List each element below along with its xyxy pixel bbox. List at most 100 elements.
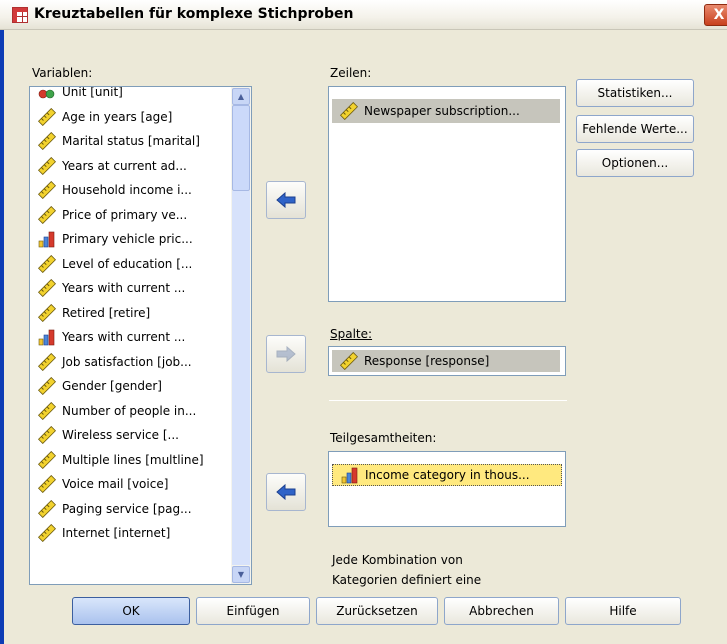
variable-item[interactable]: Voice mail [voice] (30, 472, 228, 497)
scroll-track[interactable] (232, 191, 250, 565)
variable-item[interactable]: Level of education [... (30, 252, 228, 277)
dialog-window: Kreuztabellen für komplexe Stichproben X… (0, 0, 727, 644)
variable-item-label: Years with current ... (62, 281, 186, 296)
arrow-right-icon (276, 346, 296, 362)
variable-item[interactable]: Unit [unit] (30, 86, 228, 105)
subpopulations-item-label: Income category in thous... (365, 468, 530, 482)
variable-item[interactable]: Years with current ... (30, 325, 228, 350)
variable-item-label: Multiple lines [multline] (62, 452, 204, 467)
rows-label: Zeilen: (330, 66, 372, 80)
window-title: Kreuztabellen für komplexe Stichproben (34, 6, 354, 22)
variable-item-label: Gender [gender] (62, 379, 162, 394)
variables-label: Variablen: (32, 66, 93, 80)
variable-item[interactable]: Price of primary ve... (30, 203, 228, 228)
scale-ruler-icon (340, 102, 358, 120)
separator (329, 400, 567, 401)
statistics-button[interactable]: Statistiken... (576, 79, 694, 107)
variable-item-label: Retired [retire] (62, 305, 151, 320)
variable-item[interactable]: Paging service [pag... (30, 497, 228, 522)
column-item[interactable]: Response [response] (332, 350, 560, 372)
variable-item[interactable]: Household income i... (30, 178, 228, 203)
subpopulations-listbox[interactable]: Income category in thous... (328, 451, 566, 527)
column-item-label: Response [response] (364, 354, 490, 368)
scale-ruler-icon (38, 254, 62, 273)
variable-item[interactable]: Internet [internet] (30, 521, 228, 546)
note-text: Jede Kombination von Kategorien definier… (332, 550, 562, 590)
variable-item[interactable]: Primary vehicle pric... (30, 227, 228, 252)
scale-ruler-icon (38, 524, 62, 543)
variable-item-label: Paging service [pag... (62, 501, 192, 516)
variable-item-label: Internet [internet] (62, 526, 171, 541)
ok-button[interactable]: OK (72, 597, 190, 625)
variable-item-label: Primary vehicle pric... (62, 232, 193, 247)
variables-scrollbar[interactable]: ▲ ▼ (231, 87, 251, 584)
scale-ruler-icon (38, 303, 62, 322)
scale-ruler-icon (38, 401, 62, 420)
variable-item-label: Marital status [marital] (62, 134, 200, 149)
variable-item-label: Age in years [age] (62, 109, 173, 124)
variable-item[interactable]: Retired [retire] (30, 301, 228, 326)
variable-item[interactable]: Marital status [marital] (30, 129, 228, 154)
arrow-left-icon (276, 484, 296, 500)
move-to-rows-button[interactable] (266, 181, 306, 219)
arrow-left-icon (276, 192, 296, 208)
scroll-down-button[interactable]: ▼ (232, 566, 250, 583)
paste-button[interactable]: Einfügen (196, 597, 310, 625)
rows-item[interactable]: Newspaper subscription... (332, 99, 560, 123)
variable-item[interactable]: Years with current ... (30, 276, 228, 301)
missing-values-button[interactable]: Fehlende Werte... (576, 115, 694, 143)
scale-ruler-icon (38, 132, 62, 151)
variable-item[interactable]: Age in years [age] (30, 105, 228, 130)
variable-item-label: Level of education [... (62, 256, 193, 271)
column-label: Spalte: (330, 327, 373, 341)
cancel-button[interactable]: Abbrechen (444, 597, 559, 625)
variable-item[interactable]: Multiple lines [multline] (30, 448, 228, 473)
scale-ruler-icon (340, 352, 358, 370)
close-icon: X (713, 7, 725, 23)
variable-item[interactable]: Wireless service [... (30, 423, 228, 448)
options-button[interactable]: Optionen... (576, 149, 694, 177)
title-bar[interactable]: Kreuztabellen für komplexe Stichproben X (0, 0, 727, 30)
help-button[interactable]: Hilfe (565, 597, 681, 625)
variable-item[interactable]: Gender [gender] (30, 374, 228, 399)
subpopulations-label: Teilgesamtheiten: (330, 431, 437, 445)
column-listbox[interactable]: Response [response] (328, 346, 566, 376)
scale-ruler-icon (38, 156, 62, 175)
window-frame-left (0, 30, 4, 644)
scroll-up-button[interactable]: ▲ (232, 88, 250, 105)
scale-ruler-icon (38, 475, 62, 494)
variable-item-label: Job satisfaction [job... (62, 354, 192, 369)
variable-item-label: Years with current ... (62, 330, 186, 345)
subpopulations-item[interactable]: Income category in thous... (332, 464, 562, 486)
scroll-up-icon: ▲ (237, 92, 245, 101)
move-to-subpopulations-button[interactable] (266, 473, 306, 511)
ordinal-bars-icon (38, 328, 62, 346)
variable-item[interactable]: Job satisfaction [job... (30, 350, 228, 375)
variable-item-label: Unit [unit] (62, 86, 123, 100)
nominal-icon (38, 87, 62, 101)
variable-item-label: Wireless service [... (62, 428, 179, 443)
variable-item-label: Years at current ad... (62, 158, 187, 173)
close-button[interactable]: X (704, 4, 727, 26)
variable-item-label: Household income i... (62, 183, 192, 198)
ordinal-bars-icon (38, 230, 62, 248)
variable-item[interactable]: Number of people in... (30, 399, 228, 424)
variable-item[interactable]: Years at current ad... (30, 154, 228, 179)
scale-ruler-icon (38, 450, 62, 469)
scroll-thumb[interactable] (232, 105, 250, 191)
rows-item-label: Newspaper subscription... (364, 104, 520, 118)
reset-button[interactable]: Zurücksetzen (316, 597, 438, 625)
move-to-column-button[interactable] (266, 335, 306, 373)
scale-ruler-icon (38, 181, 62, 200)
scale-ruler-icon (38, 205, 62, 224)
variables-listbox[interactable]: Unit [unit] Age in years [age] Marital sta… (29, 86, 252, 585)
crosstab-app-icon (12, 7, 28, 26)
scale-ruler-icon (38, 499, 62, 518)
scroll-down-icon: ▼ (237, 570, 245, 579)
scale-ruler-icon (38, 426, 62, 445)
variable-item-label: Price of primary ve... (62, 207, 188, 222)
rows-listbox[interactable]: Newspaper subscription... (328, 86, 566, 302)
variable-item-label: Voice mail [voice] (62, 477, 169, 492)
ordinal-bars-icon (341, 467, 358, 484)
scale-ruler-icon (38, 377, 62, 396)
